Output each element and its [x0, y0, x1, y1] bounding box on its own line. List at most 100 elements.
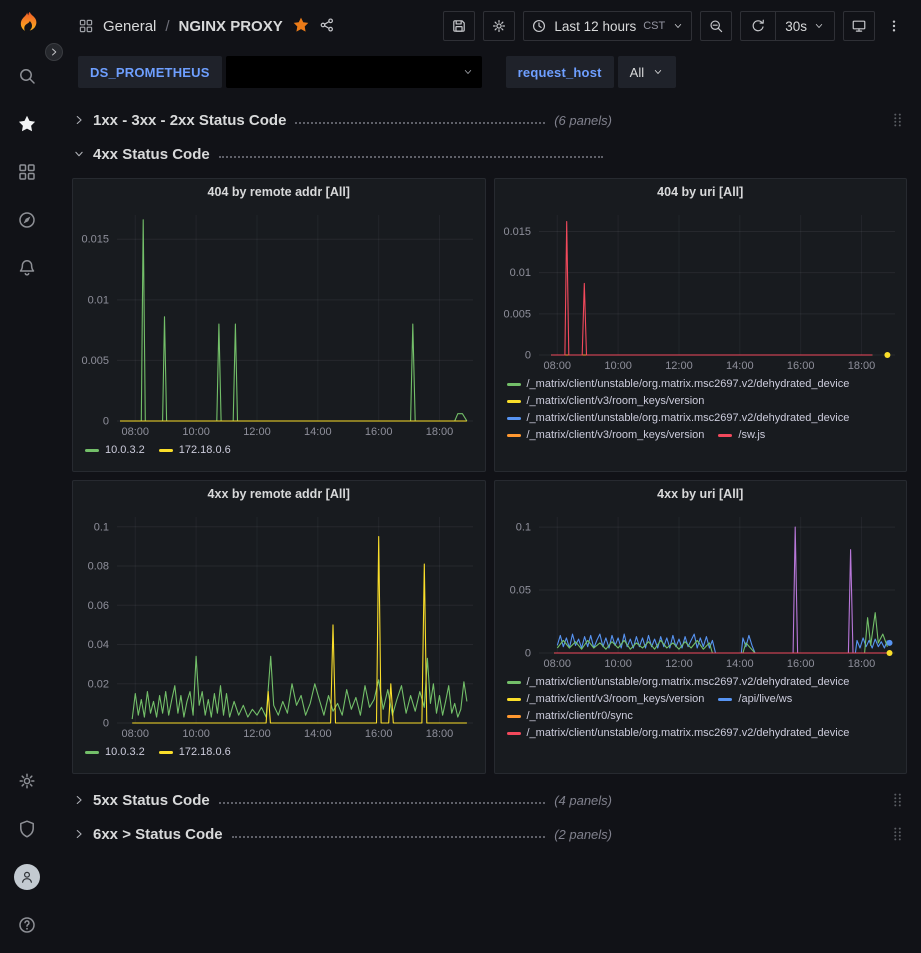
legend-item[interactable]: /_matrix/client/unstable/org.matrix.msc2… — [507, 727, 850, 739]
svg-text:12:00: 12:00 — [665, 658, 693, 670]
legend-item[interactable]: /_matrix/client/v3/room_keys/version — [507, 693, 705, 705]
legend-swatch — [507, 400, 521, 403]
panel-chart[interactable]: 08:0010:0012:0014:0016:0018:0000.020.040… — [73, 507, 485, 743]
svg-text:10:00: 10:00 — [182, 426, 210, 438]
dashboard-title[interactable]: NGINX PROXY — [179, 18, 283, 35]
row-header-main: 1xx - 3xx - 2xx Status Code (6 panels) — [72, 112, 612, 129]
request-host-variable-value: All — [630, 65, 644, 80]
legend-item[interactable]: /_matrix/client/unstable/org.matrix.msc2… — [507, 378, 850, 390]
panel-chart[interactable]: 08:0010:0012:0014:0016:0018:0000.0050.01… — [495, 205, 907, 375]
favorite-star-button[interactable] — [292, 16, 310, 37]
sidebar-item-explore[interactable] — [0, 196, 54, 244]
breadcrumb-separator: / — [165, 18, 169, 35]
chevron-down-icon — [813, 20, 825, 32]
share-dashboard-button[interactable] — [319, 17, 335, 36]
svg-text:10:00: 10:00 — [182, 728, 210, 740]
panel-chart[interactable]: 08:0010:0012:0014:0016:0018:0000.0050.01… — [73, 205, 485, 441]
chevron-right-icon — [48, 46, 60, 58]
sidebar-item-alerting[interactable] — [0, 244, 54, 292]
row-1xx-3xx-2xx[interactable]: 1xx - 3xx - 2xx Status Code (6 panels) — [72, 106, 907, 134]
legend-label: /_matrix/client/v3/room_keys/version — [527, 429, 705, 441]
legend-label: /_matrix/client/unstable/org.matrix.msc2… — [527, 676, 850, 688]
legend-item[interactable]: 10.0.3.2 — [85, 444, 145, 456]
sidebar-item-profile[interactable] — [0, 853, 54, 901]
panel-chart[interactable]: 08:0010:0012:0014:0016:0018:0000.050.1 — [495, 507, 907, 673]
legend-item[interactable]: /api/live/ws — [718, 693, 792, 705]
row-title: 6xx > Status Code — [93, 826, 223, 843]
breadcrumb-folder[interactable]: General — [103, 18, 156, 35]
tv-mode-button[interactable] — [843, 11, 875, 41]
legend-item[interactable]: 172.18.0.6 — [159, 444, 231, 456]
legend-label: 172.18.0.6 — [179, 746, 231, 758]
datasource-variable-select[interactable] — [226, 56, 482, 88]
refresh-interval-dropdown[interactable]: 30s — [775, 12, 834, 40]
panel-title[interactable]: 4xx by uri [All] — [495, 481, 907, 507]
row-title: 1xx - 3xx - 2xx Status Code — [93, 112, 286, 129]
row-6xx[interactable]: 6xx > Status Code (2 panels) — [72, 820, 907, 848]
compass-icon — [17, 210, 37, 230]
legend-swatch — [507, 417, 521, 420]
legend-item[interactable]: /_matrix/client/unstable/org.matrix.msc2… — [507, 412, 850, 424]
legend-item[interactable]: /_matrix/client/r0/sync — [507, 710, 633, 722]
legend-item[interactable]: /_matrix/client/unstable/org.matrix.msc2… — [507, 676, 850, 688]
legend-item[interactable]: /sw.js — [718, 429, 765, 441]
refresh-picker: 30s — [740, 11, 835, 41]
favorite-star-icon — [292, 16, 310, 34]
panel-title[interactable]: 404 by remote addr [All] — [73, 179, 485, 205]
panel-title[interactable]: 404 by uri [All] — [495, 179, 907, 205]
sidebar-item-starred[interactable] — [0, 100, 54, 148]
save-dashboard-button[interactable] — [443, 11, 475, 41]
legend-item[interactable]: 172.18.0.6 — [159, 746, 231, 758]
row-5xx[interactable]: 5xx Status Code (4 panels) — [72, 786, 907, 814]
sidebar-bottom — [0, 757, 54, 949]
panel-title[interactable]: 4xx by remote addr [All] — [73, 481, 485, 507]
row-4xx[interactable]: 4xx Status Code — [72, 140, 907, 168]
legend-label: /_matrix/client/unstable/org.matrix.msc2… — [527, 727, 850, 739]
time-range-picker[interactable]: Last 12 hours CST — [523, 11, 692, 41]
sidebar-item-dashboards[interactable] — [0, 148, 54, 196]
drag-handle-icon[interactable] — [889, 825, 907, 843]
legend-item[interactable]: /_matrix/client/v3/room_keys/version — [507, 429, 705, 441]
drag-handle-icon[interactable] — [889, 791, 907, 809]
sidebar-expand-button[interactable] — [45, 43, 63, 61]
svg-text:0.1: 0.1 — [94, 521, 109, 533]
row-dotted-leader — [232, 836, 546, 838]
legend-label: /_matrix/client/v3/room_keys/version — [527, 693, 705, 705]
more-options-button[interactable] — [883, 11, 905, 41]
request-host-variable: request_host All — [506, 56, 676, 88]
legend-swatch — [507, 715, 521, 718]
svg-text:0: 0 — [524, 648, 530, 660]
share-icon — [319, 17, 335, 33]
main-area: General / NGINX PROXY Last 12 hours CST — [54, 0, 921, 848]
drag-handle-icon[interactable] — [889, 111, 907, 129]
panel-1: 404 by remote addr [All]08:0010:0012:001… — [72, 178, 486, 472]
svg-text:18:00: 18:00 — [847, 360, 875, 372]
sidebar-item-help[interactable] — [0, 901, 54, 949]
legend-swatch — [85, 449, 99, 452]
refresh-button[interactable] — [741, 12, 775, 40]
panel-2: 404 by uri [All]08:0010:0012:0014:0016:0… — [494, 178, 908, 472]
datasource-variable-label: DS_PROMETHEUS — [78, 56, 222, 88]
grafana-logo-icon[interactable] — [12, 10, 42, 40]
dashboards-grid-icon — [17, 162, 37, 182]
help-icon — [17, 915, 37, 935]
time-range-label: Last 12 hours — [554, 19, 636, 34]
zoom-out-icon — [708, 18, 724, 34]
sidebar-item-server-admin[interactable] — [0, 805, 54, 853]
zoom-out-time-button[interactable] — [700, 11, 732, 41]
svg-text:08:00: 08:00 — [121, 728, 149, 740]
legend-label: /_matrix/client/unstable/org.matrix.msc2… — [527, 378, 850, 390]
request-host-variable-select[interactable]: All — [618, 56, 676, 88]
row-header-main: 4xx Status Code — [72, 146, 612, 163]
chevron-down-icon — [672, 20, 684, 32]
gear-icon — [17, 771, 37, 791]
sidebar-item-search[interactable] — [0, 52, 54, 100]
sidebar-item-configuration[interactable] — [0, 757, 54, 805]
legend-swatch — [85, 751, 99, 754]
dashboard-settings-button[interactable] — [483, 11, 515, 41]
legend-item[interactable]: /_matrix/client/v3/room_keys/version — [507, 395, 705, 407]
svg-text:12:00: 12:00 — [243, 426, 271, 438]
legend-item[interactable]: 10.0.3.2 — [85, 746, 145, 758]
chevron-right-icon — [72, 113, 86, 127]
chevron-down-icon — [652, 66, 664, 78]
